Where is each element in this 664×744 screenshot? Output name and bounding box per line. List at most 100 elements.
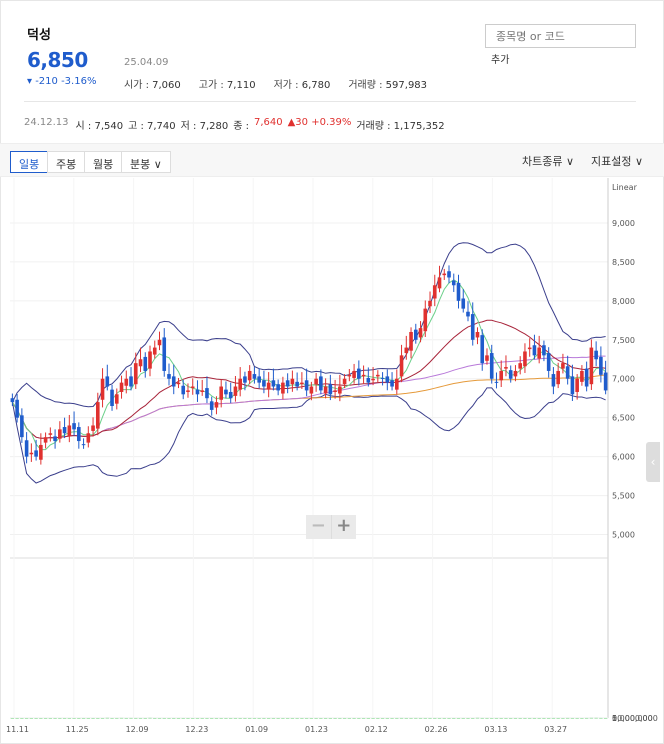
candle-body — [513, 370, 518, 377]
tab-minute[interactable]: 분봉 ∨ — [121, 151, 171, 173]
volume-bar — [565, 717, 570, 719]
candle-body — [390, 380, 394, 387]
candle-body — [200, 390, 205, 392]
price-chart[interactable]: 9,000 8,500 8,000 7,500 7,000 6,500 6,000 5,500… — [0, 178, 664, 744]
candle-body — [176, 382, 181, 385]
volume-bar — [428, 717, 432, 719]
x-tick-label: 03.13 — [484, 725, 507, 734]
candle-body — [238, 378, 242, 390]
volume-bar — [390, 717, 394, 719]
hover-volume: 거래량 : 1,175,352 — [356, 121, 445, 132]
candle-body — [276, 384, 280, 391]
volume-bar — [295, 717, 299, 719]
volume-bar — [371, 717, 375, 719]
candle-body — [15, 399, 19, 418]
volume-bar — [210, 717, 214, 719]
low-label: 저가 : — [273, 80, 302, 91]
tab-daily[interactable]: 일봉 — [10, 151, 49, 173]
volume-bar — [129, 717, 133, 719]
candle-body — [404, 347, 409, 354]
hover-close-label: 종 : — [233, 121, 249, 132]
x-tick-label: 11.11 — [6, 725, 29, 734]
candle-body — [266, 382, 271, 390]
volume-bar — [523, 717, 527, 719]
volume-bar — [518, 717, 522, 719]
volume-value: 597,983 — [385, 80, 428, 91]
volume-bar — [290, 717, 295, 719]
candle-body — [29, 452, 34, 455]
candle-body — [366, 377, 371, 383]
hover-close: 7,640 — [253, 117, 283, 128]
search-input[interactable] — [485, 24, 636, 48]
candle-body — [565, 366, 570, 379]
volume-bar — [181, 717, 185, 719]
candle-body — [442, 273, 447, 276]
candle-body — [466, 311, 470, 317]
candle-body — [603, 372, 608, 391]
candle-body — [157, 339, 162, 346]
volume-bar — [86, 717, 90, 719]
candle-body — [556, 370, 560, 385]
candle-body — [48, 433, 53, 435]
candle-body — [271, 380, 276, 387]
volume-bar — [67, 717, 71, 719]
volume-bar — [418, 717, 423, 719]
volume-bar — [224, 717, 228, 719]
volume-bar — [148, 717, 152, 719]
tab-weekly[interactable]: 주봉 — [47, 151, 86, 173]
chart-toolbar: 일봉 주봉 월봉 분봉 ∨ 차트종류 ∨ 지표설정 ∨ — [0, 143, 664, 177]
candle-body — [333, 390, 337, 392]
candle-body — [437, 277, 442, 289]
side-panel-handle[interactable]: ‹ — [646, 442, 660, 482]
price-tick-label: 8,500 — [612, 258, 635, 267]
volume-bar — [143, 717, 147, 719]
candle-body — [219, 386, 224, 400]
volume-bar — [513, 717, 518, 719]
candle-body — [77, 427, 81, 442]
add-button[interactable]: 추가 — [491, 51, 509, 66]
volume-bar — [561, 717, 565, 719]
price-tick-label: 7,000 — [612, 375, 635, 384]
volume-bar — [115, 717, 119, 719]
hover-quote: 24.12.13 시 : 7,540 고 : 7,740 저 : 7,280 종… — [24, 117, 445, 132]
price-tick-label: 8,000 — [612, 297, 635, 306]
candle-body — [20, 415, 24, 438]
candle-body — [394, 378, 399, 390]
zoom-out-button[interactable]: − — [306, 515, 331, 539]
candle-body — [328, 384, 333, 395]
volume-bar — [172, 717, 176, 719]
candle-body — [86, 433, 91, 443]
volume-bar — [499, 717, 503, 719]
candle-body — [561, 363, 565, 369]
volume-bar — [404, 717, 408, 719]
volume-bar — [314, 717, 318, 719]
volume-bar — [81, 717, 86, 719]
volume-bar — [15, 717, 19, 719]
volume-bar — [528, 717, 532, 719]
zoom-in-button[interactable]: + — [330, 515, 357, 539]
tab-monthly[interactable]: 월봉 — [84, 151, 123, 173]
indicator-dropdown[interactable]: 지표설정 ∨ — [591, 153, 643, 169]
price-tick-label: 5,500 — [612, 492, 635, 501]
candle-body — [570, 376, 575, 395]
candle-body — [143, 356, 148, 371]
candle-body — [352, 370, 356, 378]
volume-bar — [304, 717, 309, 719]
x-tick-label: 12.09 — [126, 725, 149, 734]
candle-body — [518, 363, 523, 369]
candle-body — [546, 353, 551, 371]
candle-body — [461, 298, 466, 309]
current-price: 6,850 — [27, 48, 88, 72]
candle-body — [214, 402, 219, 408]
candle-body — [451, 280, 456, 286]
volume-tick-label: 5,000,000 — [612, 714, 653, 723]
candle-body — [504, 367, 508, 369]
candle-body — [428, 300, 432, 307]
volume-bar — [48, 717, 53, 719]
volume-bar — [399, 717, 404, 719]
candle-body — [152, 347, 157, 355]
chart-type-dropdown[interactable]: 차트종류 ∨ — [522, 153, 574, 169]
volume-bar — [20, 717, 24, 719]
candle-body — [162, 337, 167, 371]
candle-body — [489, 353, 494, 379]
